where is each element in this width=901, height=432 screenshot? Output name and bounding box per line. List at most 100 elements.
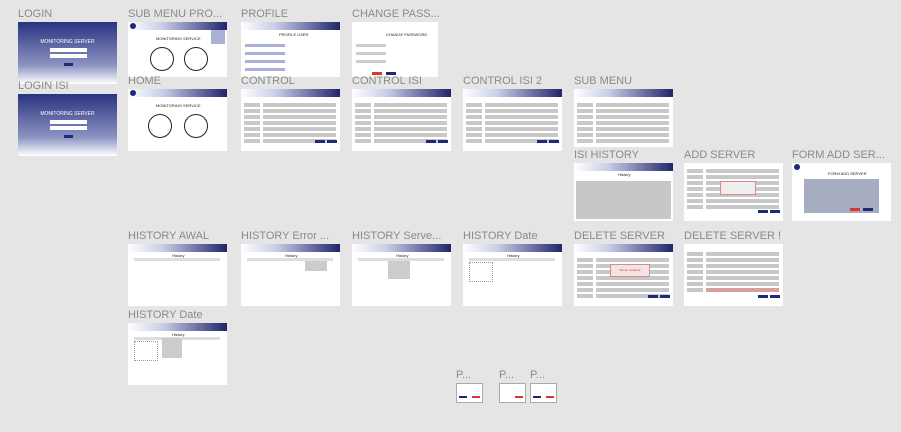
- action-buttons[interactable]: [535, 130, 559, 148]
- frame-control[interactable]: CONTROL: [241, 75, 340, 151]
- logo-icon: [794, 164, 800, 170]
- history-awal-board: History: [128, 244, 227, 306]
- server-dropdown[interactable]: [388, 261, 410, 279]
- frame-history-server[interactable]: HISTORY Serve... History: [352, 230, 451, 306]
- password-field[interactable]: [49, 126, 88, 131]
- delete-popup[interactable]: Server di delete: [610, 264, 650, 277]
- frame-label: DELETE SERVER: [574, 230, 665, 242]
- profile-field[interactable]: [245, 44, 285, 47]
- control-isi-2-board: [463, 89, 562, 151]
- frame-label: P...: [530, 369, 546, 381]
- action-buttons[interactable]: [646, 285, 670, 303]
- clipboard-icon[interactable]: [148, 114, 172, 138]
- save-button[interactable]: [863, 208, 873, 211]
- password-field[interactable]: [356, 60, 386, 63]
- frame-popup-3[interactable]: P...: [530, 369, 557, 403]
- frame-label: SUB MENU: [574, 75, 633, 87]
- frame-label: PROFILE: [241, 8, 289, 20]
- login-background: [18, 94, 117, 156]
- frame-label: CONTROL ISI 2: [463, 75, 543, 87]
- login-button[interactable]: [63, 134, 74, 138]
- history-table: [576, 181, 671, 219]
- add-server-popup[interactable]: [720, 181, 756, 195]
- history-error-board: History: [241, 244, 340, 306]
- frame-login[interactable]: LOGIN MONITORING SERVER: [18, 8, 117, 84]
- login-background: [18, 22, 117, 84]
- frame-history-error[interactable]: HISTORY Error ... History: [241, 230, 340, 306]
- login-button[interactable]: [63, 62, 74, 66]
- filter-bar[interactable]: [469, 258, 555, 261]
- frame-control-isi[interactable]: CONTROL ISI: [352, 75, 451, 151]
- password-field[interactable]: [356, 44, 386, 47]
- date-picker[interactable]: [469, 262, 493, 282]
- frame-login-isi[interactable]: LOGIN ISI MONITORING SERVER: [18, 80, 117, 156]
- frame-label: DELETE SERVER !: [684, 230, 781, 242]
- control-isi-board: [352, 89, 451, 151]
- frame-popup-2[interactable]: P...: [499, 369, 526, 403]
- action-buttons[interactable]: [424, 130, 448, 148]
- password-field[interactable]: [356, 52, 386, 55]
- frame-label: P...: [456, 369, 472, 381]
- server-rows: [596, 103, 669, 145]
- frame-change-password[interactable]: CHANGE PASS... CHANGE PASSWORD: [352, 8, 440, 77]
- frame-label: HISTORY Serve...: [352, 230, 442, 242]
- server-dropdown[interactable]: [162, 338, 182, 358]
- history-icon[interactable]: [184, 47, 208, 71]
- frame-label: SUB MENU PRO...: [128, 8, 223, 20]
- username-field[interactable]: [49, 48, 88, 53]
- frame-label: HISTORY Error ...: [241, 230, 330, 242]
- history-date-2-board: History: [128, 323, 227, 385]
- header-bar: [352, 89, 451, 97]
- header-bar: [241, 22, 340, 30]
- username-field[interactable]: [49, 120, 88, 125]
- frame-profile[interactable]: PROFILE PROFILE USER: [241, 8, 340, 77]
- header-bar: [574, 89, 673, 97]
- error-dropdown[interactable]: [305, 261, 327, 271]
- frame-home[interactable]: HOME MONITORING SERVICE: [128, 75, 227, 151]
- page-title: PROFILE USER: [279, 32, 309, 37]
- profile-field[interactable]: [245, 52, 285, 55]
- sub-menu-board: [574, 89, 673, 147]
- frame-sub-menu[interactable]: SUB MENU: [574, 75, 673, 147]
- profile-field[interactable]: [245, 68, 285, 71]
- delete-server-board: Server di delete: [574, 244, 673, 306]
- action-buttons[interactable]: [313, 130, 337, 148]
- frame-form-add-server[interactable]: FORM ADD SER... FORM ADD SERVER: [792, 149, 891, 221]
- frame-delete-server-2[interactable]: DELETE SERVER !: [684, 230, 783, 306]
- profile-field[interactable]: [245, 60, 285, 63]
- server-sidebar: [687, 252, 703, 294]
- clipboard-icon[interactable]: [150, 47, 174, 71]
- frame-history-awal[interactable]: HISTORY AWAL History: [128, 230, 227, 306]
- filter-bar[interactable]: [134, 258, 220, 261]
- popup-board: [456, 383, 483, 403]
- dropdown-menu[interactable]: [211, 30, 225, 44]
- frame-history-date[interactable]: HISTORY Date History: [463, 230, 562, 306]
- frame-isi-history[interactable]: ISI HISTORY History: [574, 149, 673, 221]
- password-field[interactable]: [49, 54, 88, 59]
- header-bar: [574, 244, 673, 252]
- frame-sub-menu-pro[interactable]: SUB MENU PRO... MONITORING SERVICE: [128, 8, 227, 77]
- frame-label: ISI HISTORY: [574, 149, 640, 161]
- frame-popup-1[interactable]: P...: [456, 369, 483, 403]
- action-buttons[interactable]: [756, 285, 780, 303]
- sub-menu-pro-board: MONITORING SERVICE: [128, 22, 227, 77]
- header-bar: [352, 244, 451, 252]
- action-buttons[interactable]: [756, 200, 780, 218]
- home-board: MONITORING SERVICE: [128, 89, 227, 151]
- frame-history-date-2[interactable]: HISTORY Date History: [128, 309, 227, 385]
- server-sidebar: [244, 103, 260, 145]
- cancel-button[interactable]: [850, 208, 860, 211]
- server-sidebar: [687, 169, 703, 211]
- page-title: MONITORING SERVICE: [156, 36, 201, 41]
- frame-control-isi-2[interactable]: CONTROL ISI 2: [463, 75, 562, 151]
- frame-label: ADD SERVER: [684, 149, 756, 161]
- date-picker[interactable]: [134, 341, 158, 361]
- server-sidebar: [355, 103, 371, 145]
- frame-label: CONTROL ISI: [352, 75, 422, 87]
- header-bar: [128, 89, 227, 97]
- header-bar: [241, 244, 340, 252]
- history-icon[interactable]: [184, 114, 208, 138]
- frame-delete-server[interactable]: DELETE SERVER Server di delete: [574, 230, 673, 306]
- header-bar: [574, 163, 673, 171]
- frame-add-server[interactable]: ADD SERVER: [684, 149, 783, 221]
